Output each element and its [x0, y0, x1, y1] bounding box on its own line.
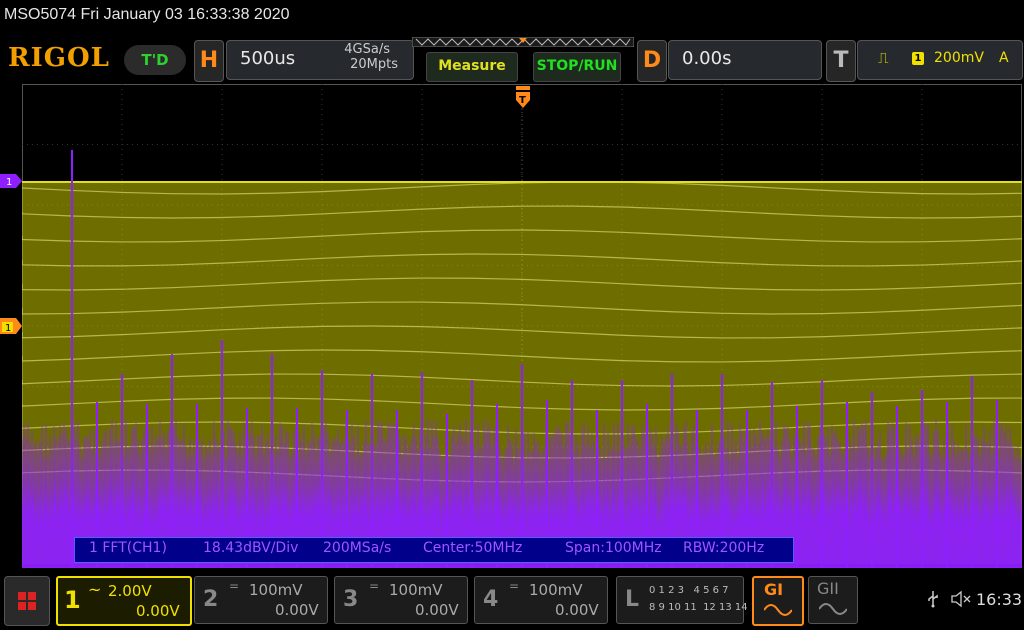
channel-4-number: 4	[483, 587, 499, 612]
fft-sample-rate: 200MSa/s	[323, 540, 392, 556]
channel-1-scale: 2.00V	[108, 582, 152, 600]
fft-rbw: RBW:200Hz	[683, 540, 765, 556]
sample-rate-value: 4GSa/s	[344, 42, 390, 57]
memory-depth-value: 20Mpts	[350, 57, 398, 72]
logic-channels-row-1: 0 1 2 3 4 5 6 7	[649, 585, 729, 596]
channel-2-panel[interactable]: 2 = 100mV 0.00V	[194, 576, 328, 624]
main-menu-button[interactable]	[4, 576, 50, 626]
fft-center: Center:50MHz	[423, 540, 523, 556]
dc-coupling-icon: =	[369, 579, 380, 593]
memory-position-bar[interactable]	[412, 37, 634, 47]
horizontal-label[interactable]: H	[194, 40, 224, 82]
channel-1-panel[interactable]: 1 ~ 2.00V 0.00V	[56, 576, 192, 626]
grid-menu-icon	[18, 592, 36, 610]
waveform-display[interactable]	[21, 84, 1024, 569]
channel-1-number: 1	[64, 586, 81, 614]
channel-4-panel[interactable]: 4 = 100mV 0.00V	[474, 576, 608, 624]
trigger-level-marker[interactable]: 1	[0, 318, 22, 334]
channel-4-scale: 100mV	[529, 581, 583, 599]
fft-info-bar[interactable]: 1 FFT(CH1) 18.43dBV/Div 200MSa/s Center:…	[74, 537, 794, 563]
logic-analyzer-panel[interactable]: L 0 1 2 3 4 5 6 7 8 9 10 11 12 13 14 15	[616, 576, 764, 624]
stop-run-button[interactable]: STOP/RUN	[533, 52, 621, 82]
measure-button[interactable]: Measure	[426, 52, 518, 82]
svg-text:T: T	[519, 95, 526, 106]
clock: 16:33	[976, 590, 1023, 609]
generator-2-label: GII	[817, 579, 839, 598]
generator-1-button[interactable]: GI	[752, 576, 804, 626]
ch1-offset-marker[interactable]: 1	[0, 174, 22, 188]
usb-icon	[928, 591, 938, 608]
logic-channels-row-2: 8 9 10 11 12 13 14 15	[649, 602, 764, 613]
channel-2-number: 2	[203, 587, 219, 612]
svg-text:1: 1	[6, 177, 12, 188]
generator-1-label: GI	[764, 580, 784, 599]
channel-3-offset: 0.00V	[415, 601, 459, 619]
channel-3-panel[interactable]: 3 = 100mV 0.00V	[334, 576, 468, 624]
dc-coupling-icon: =	[509, 579, 520, 593]
fft-channel: 1 FFT(CH1)	[89, 540, 167, 556]
sine-wave-icon	[819, 603, 847, 615]
trigger-level-value: 200mV	[934, 50, 984, 66]
run-state-badge: T'D	[124, 45, 186, 75]
delay-label[interactable]: D	[637, 40, 667, 82]
timebase-value: 500us	[240, 48, 296, 69]
dc-coupling-icon: =	[229, 579, 240, 593]
channel-1-offset: 0.00V	[136, 602, 180, 620]
fft-span: Span:100MHz	[565, 540, 662, 556]
fft-scale: 18.43dBV/Div	[203, 540, 299, 556]
sine-wave-icon	[764, 604, 792, 616]
channel-2-offset: 0.00V	[275, 601, 319, 619]
trigger-source-badge: 1	[912, 52, 924, 65]
trigger-label[interactable]: T	[826, 40, 856, 82]
rigol-logo: RIGOL	[8, 43, 110, 73]
device-title: MSO5074 Fri January 03 16:33:38 2020	[4, 6, 290, 23]
ac-coupling-icon: ~	[88, 580, 102, 599]
mute-icon[interactable]	[950, 590, 972, 608]
channel-3-number: 3	[343, 587, 359, 612]
channel-4-offset: 0.00V	[555, 601, 599, 619]
generator-2-button[interactable]: GII	[808, 576, 858, 624]
trigger-mode-value: A	[999, 50, 1009, 66]
svg-text:1: 1	[5, 323, 11, 334]
channel-3-scale: 100mV	[389, 581, 443, 599]
trigger-time-marker[interactable]: T	[516, 86, 530, 110]
delay-value: 0.00s	[682, 48, 732, 69]
waveform-graticule	[21, 84, 1024, 569]
logic-label: L	[625, 587, 640, 612]
channel-2-scale: 100mV	[249, 581, 303, 599]
rising-edge-icon: ⎍	[878, 49, 889, 67]
